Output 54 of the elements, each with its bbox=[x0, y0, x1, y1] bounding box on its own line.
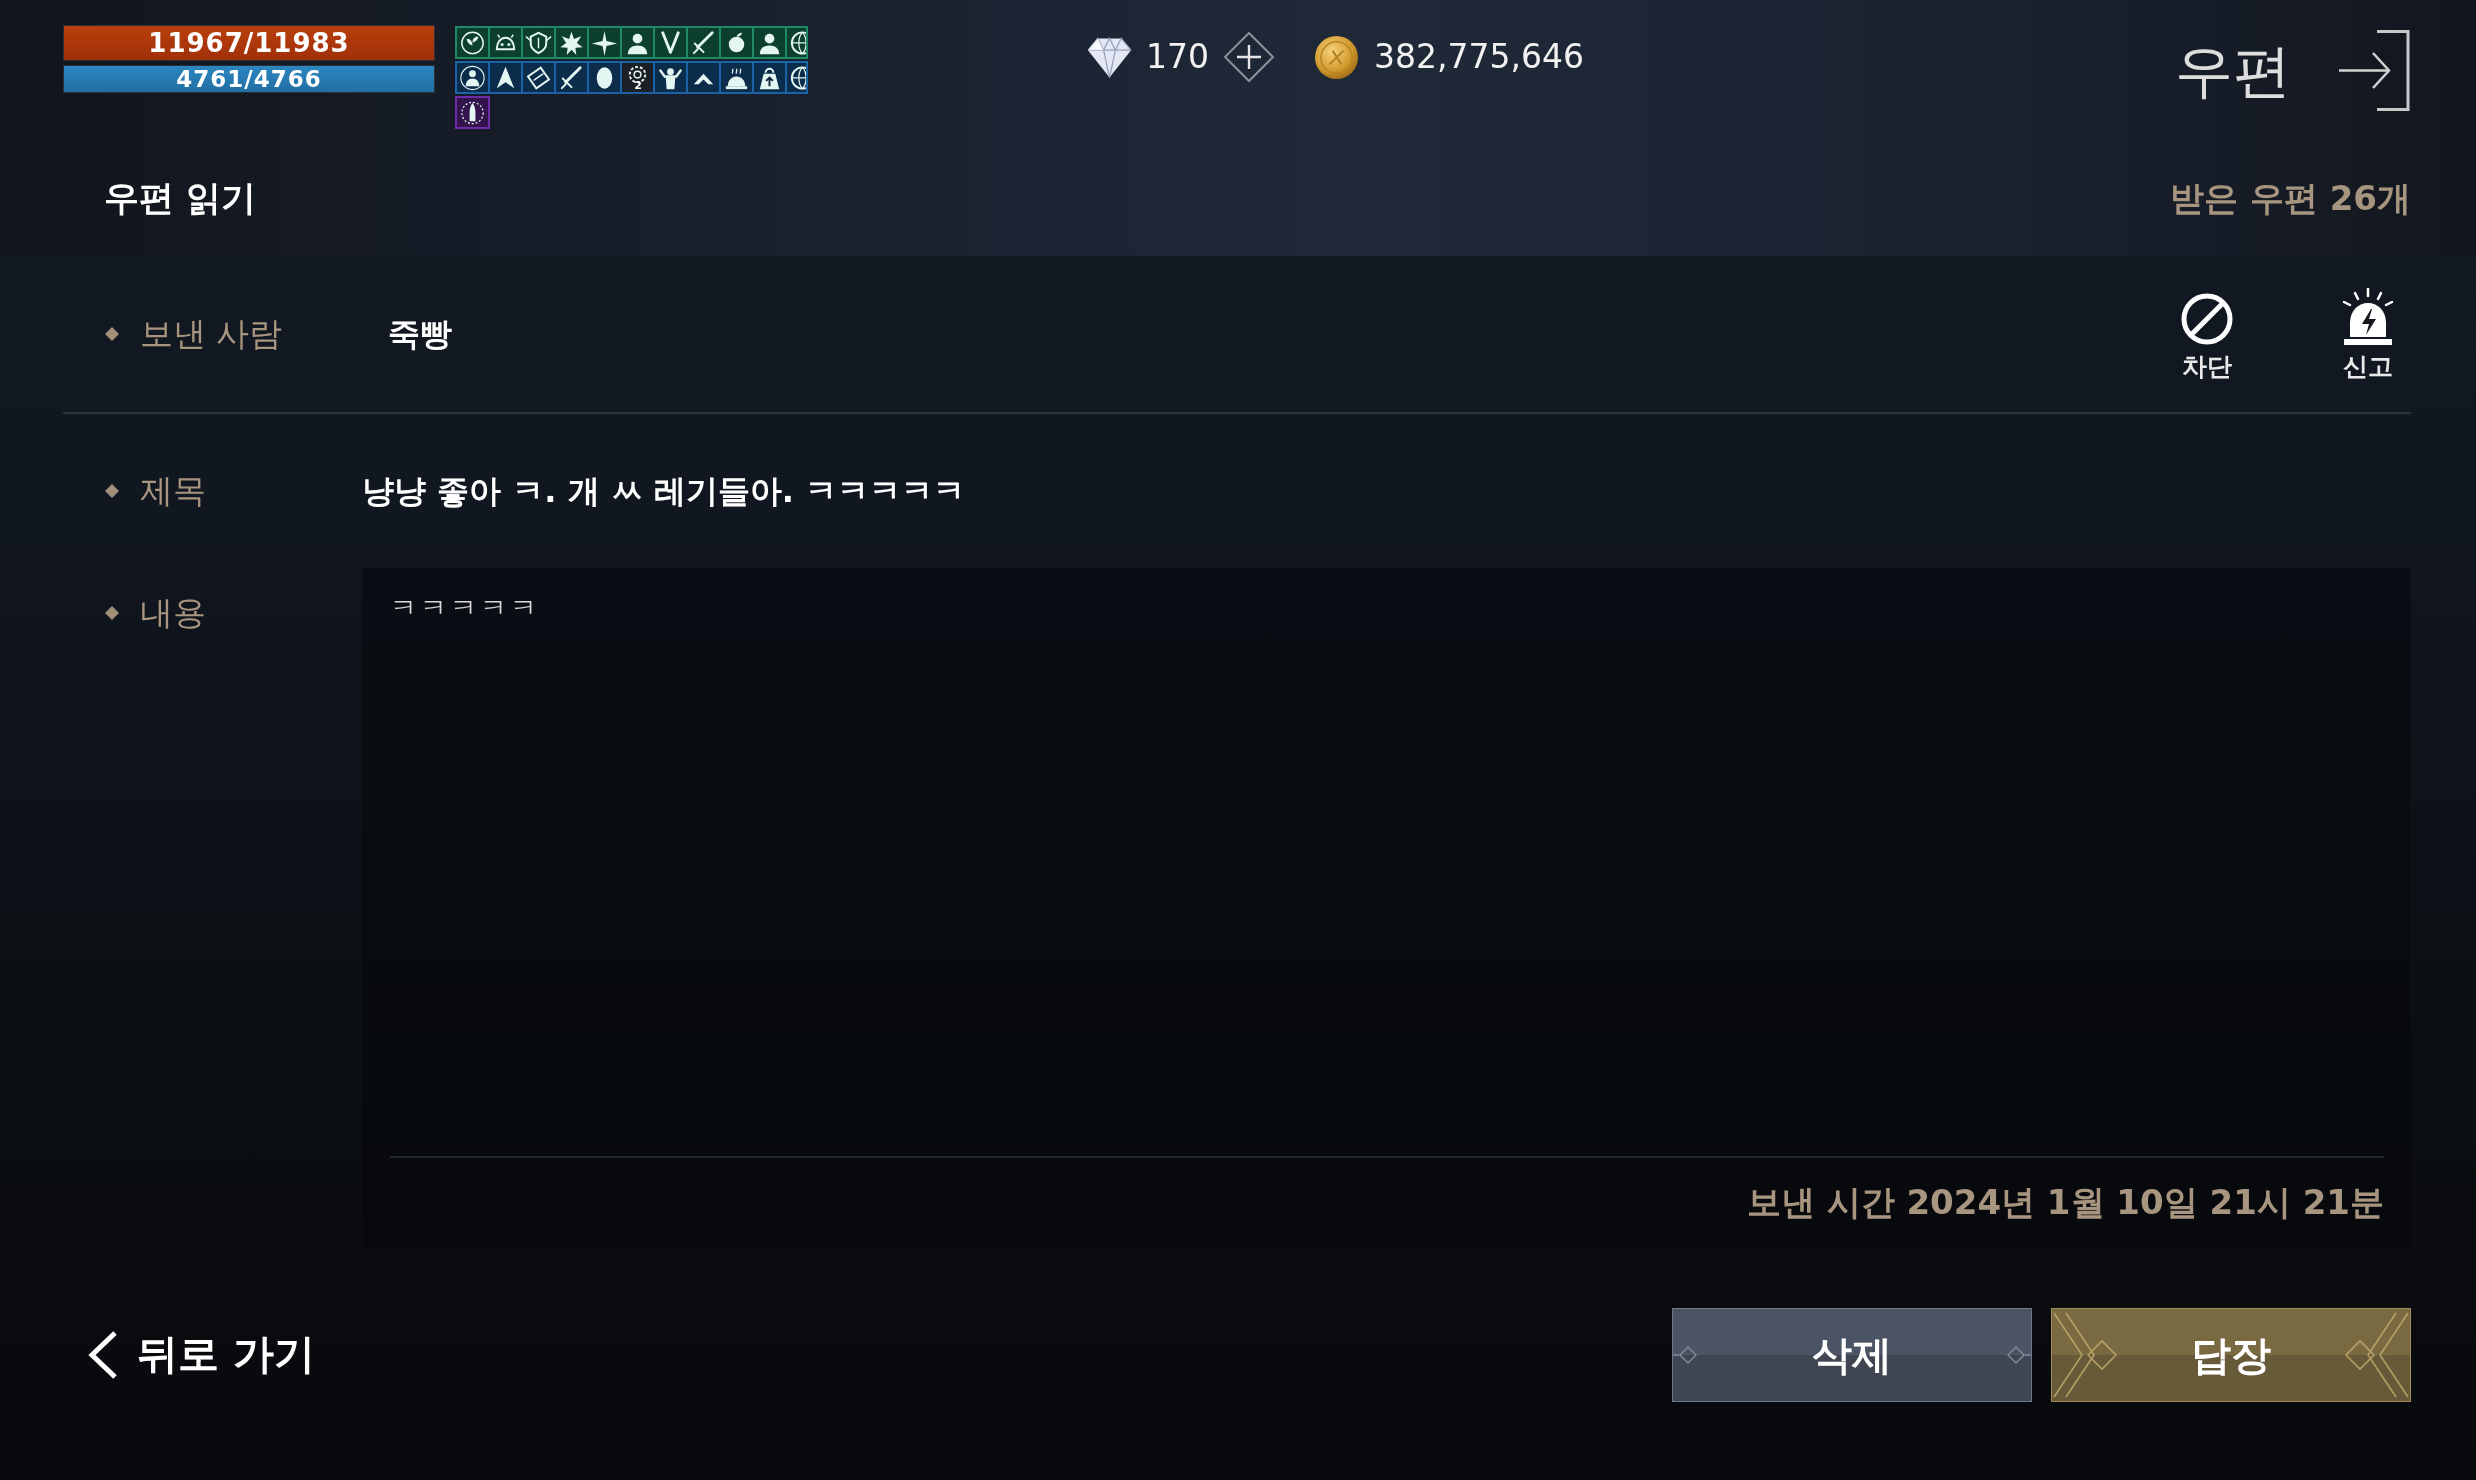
mana-reading: 4761/4766 bbox=[176, 66, 322, 92]
sword-icon bbox=[556, 63, 587, 92]
field-label: 제목 bbox=[140, 470, 206, 513]
page-title: 우편 읽기 bbox=[104, 176, 257, 220]
gem-icon bbox=[1086, 34, 1133, 80]
block-icon bbox=[2179, 291, 2235, 347]
ornament-icon bbox=[1673, 1346, 1697, 1364]
report-button[interactable]: 신고 bbox=[2339, 287, 2397, 381]
fruit-icon bbox=[721, 28, 752, 57]
person-icon bbox=[622, 28, 653, 57]
coin-icon bbox=[1314, 34, 1359, 80]
delete-button[interactable]: 삭제 bbox=[1672, 1308, 2032, 1402]
reply-button[interactable]: 답장 bbox=[2051, 1308, 2411, 1402]
diamond-bullet-icon bbox=[104, 483, 120, 499]
sword-icon bbox=[688, 28, 719, 57]
starburst-icon bbox=[556, 28, 587, 57]
gem-amount: 170 bbox=[1146, 36, 1209, 79]
exit-icon bbox=[2337, 29, 2411, 112]
exit-button[interactable] bbox=[2337, 29, 2411, 112]
cloche-icon bbox=[721, 63, 752, 92]
chevron-up-icon bbox=[688, 63, 719, 92]
sparkle-icon bbox=[589, 28, 620, 57]
field-label: 내용 bbox=[140, 592, 206, 634]
mail-count: 받은 우편 26개 bbox=[2170, 176, 2411, 220]
health-reading: 11967/11983 bbox=[148, 27, 350, 60]
globe-icon bbox=[787, 63, 806, 92]
sprout-icon bbox=[457, 28, 488, 57]
diamond-bullet-icon bbox=[104, 604, 120, 621]
diamond-bullet-icon bbox=[104, 326, 120, 342]
block-button[interactable]: 차단 bbox=[2179, 291, 2235, 381]
arrowhead-icon bbox=[490, 63, 521, 92]
winged-shield-icon bbox=[523, 28, 554, 57]
sent-time: 보낸 시간 2024년 1월 10일 21시 21분 bbox=[1746, 1181, 2384, 1224]
stack-count: 2 bbox=[633, 79, 643, 92]
add-button[interactable] bbox=[1223, 31, 1275, 83]
tilted-card-icon bbox=[523, 63, 554, 92]
screen-title: 우편 bbox=[2175, 35, 2291, 107]
person-icon bbox=[754, 28, 785, 57]
field-label: 보낸 사람 bbox=[140, 313, 283, 356]
v-shape-icon bbox=[655, 28, 686, 57]
kettlebell-icon bbox=[754, 63, 785, 92]
message-body: ㅋㅋㅋㅋㅋ bbox=[390, 591, 541, 625]
subject-text: 냥냥 좋아 ㅋ. 개 ㅆ 레기들아. ㅋㅋㅋㅋㅋ bbox=[362, 471, 966, 512]
chevron-left-icon bbox=[87, 1330, 119, 1380]
plus-icon bbox=[1223, 31, 1275, 83]
sender-name: 죽빵 bbox=[388, 314, 452, 355]
globe-icon bbox=[787, 28, 806, 57]
coin-amount: 382,775,646 bbox=[1374, 36, 1584, 79]
creature-icon bbox=[490, 28, 521, 57]
person-circle-icon bbox=[457, 63, 488, 92]
back-button[interactable]: 뒤로 가기 bbox=[87, 1324, 316, 1386]
dotted-ring-icon bbox=[622, 63, 653, 92]
ornament-icon bbox=[2007, 1346, 2031, 1364]
arms-up-figure-icon bbox=[655, 63, 686, 92]
